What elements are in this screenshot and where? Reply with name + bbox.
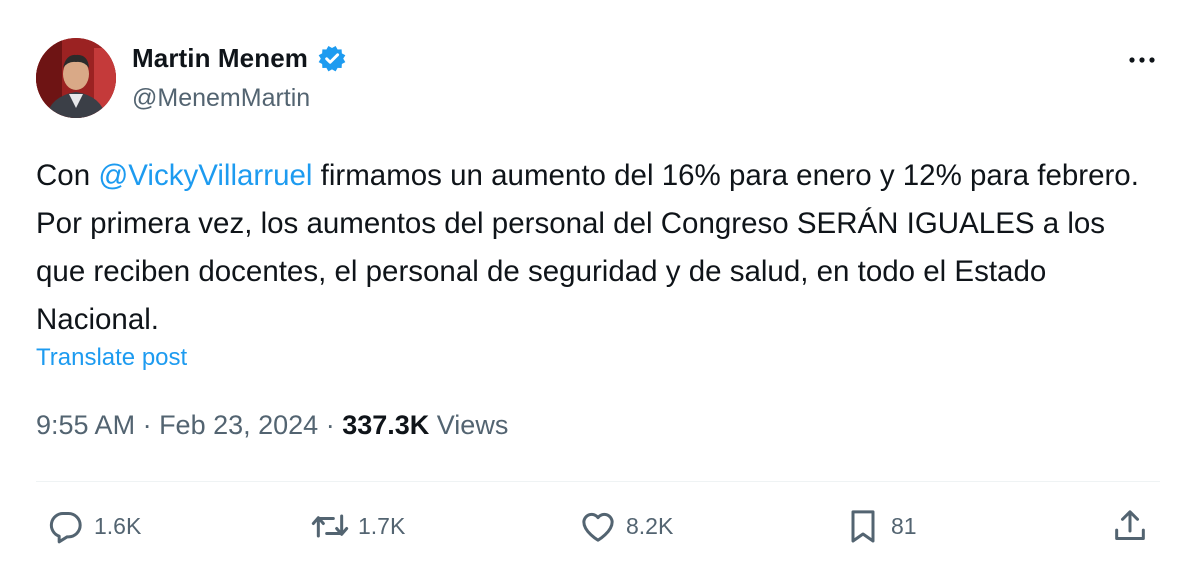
author-name-row[interactable]: Martin Menem	[132, 42, 348, 74]
bookmark-count: 81	[891, 512, 917, 539]
reply-button[interactable]: 1.6K	[46, 506, 141, 546]
post-time[interactable]: 9:55 AM	[36, 410, 135, 440]
reply-icon	[49, 511, 82, 544]
like-count: 8.2K	[626, 512, 674, 539]
avatar-image	[36, 38, 116, 118]
meta-separator: ·	[135, 410, 160, 440]
share-button[interactable]	[1110, 506, 1150, 546]
divider	[36, 481, 1160, 482]
share-icon	[1115, 510, 1145, 540]
post-meta: 9:55 AM · Feb 23, 2024 · 337.3K Views	[36, 410, 508, 441]
verified-badge-icon	[318, 46, 346, 72]
views-label: Views	[429, 410, 509, 440]
post-card: Martin Menem @MenemMartin Con @VickyVill…	[0, 0, 1200, 576]
post-text: Con @VickyVillarruel firmamos un aumento…	[36, 152, 1146, 344]
avatar[interactable]	[36, 38, 116, 118]
author-name[interactable]: Martin Menem	[132, 43, 308, 74]
mention-link[interactable]: @VickyVillarruel	[98, 159, 312, 192]
translate-post-link[interactable]: Translate post	[36, 344, 187, 372]
bookmark-icon	[851, 510, 875, 543]
views-count: 337.3K	[342, 410, 430, 440]
repost-button[interactable]: 1.7K	[310, 506, 405, 546]
more-options-icon[interactable]	[1122, 48, 1162, 72]
bookmark-button[interactable]: 81	[843, 506, 917, 546]
repost-count: 1.7K	[358, 512, 406, 539]
author-handle[interactable]: @MenemMartin	[132, 84, 310, 113]
post-date[interactable]: Feb 23, 2024	[159, 410, 318, 440]
heart-icon	[582, 512, 614, 542]
post-text-start: Con	[36, 159, 99, 192]
reply-count: 1.6K	[94, 512, 142, 539]
like-button[interactable]: 8.2K	[578, 506, 673, 546]
repost-icon	[311, 514, 349, 538]
meta-separator: ·	[318, 410, 343, 440]
